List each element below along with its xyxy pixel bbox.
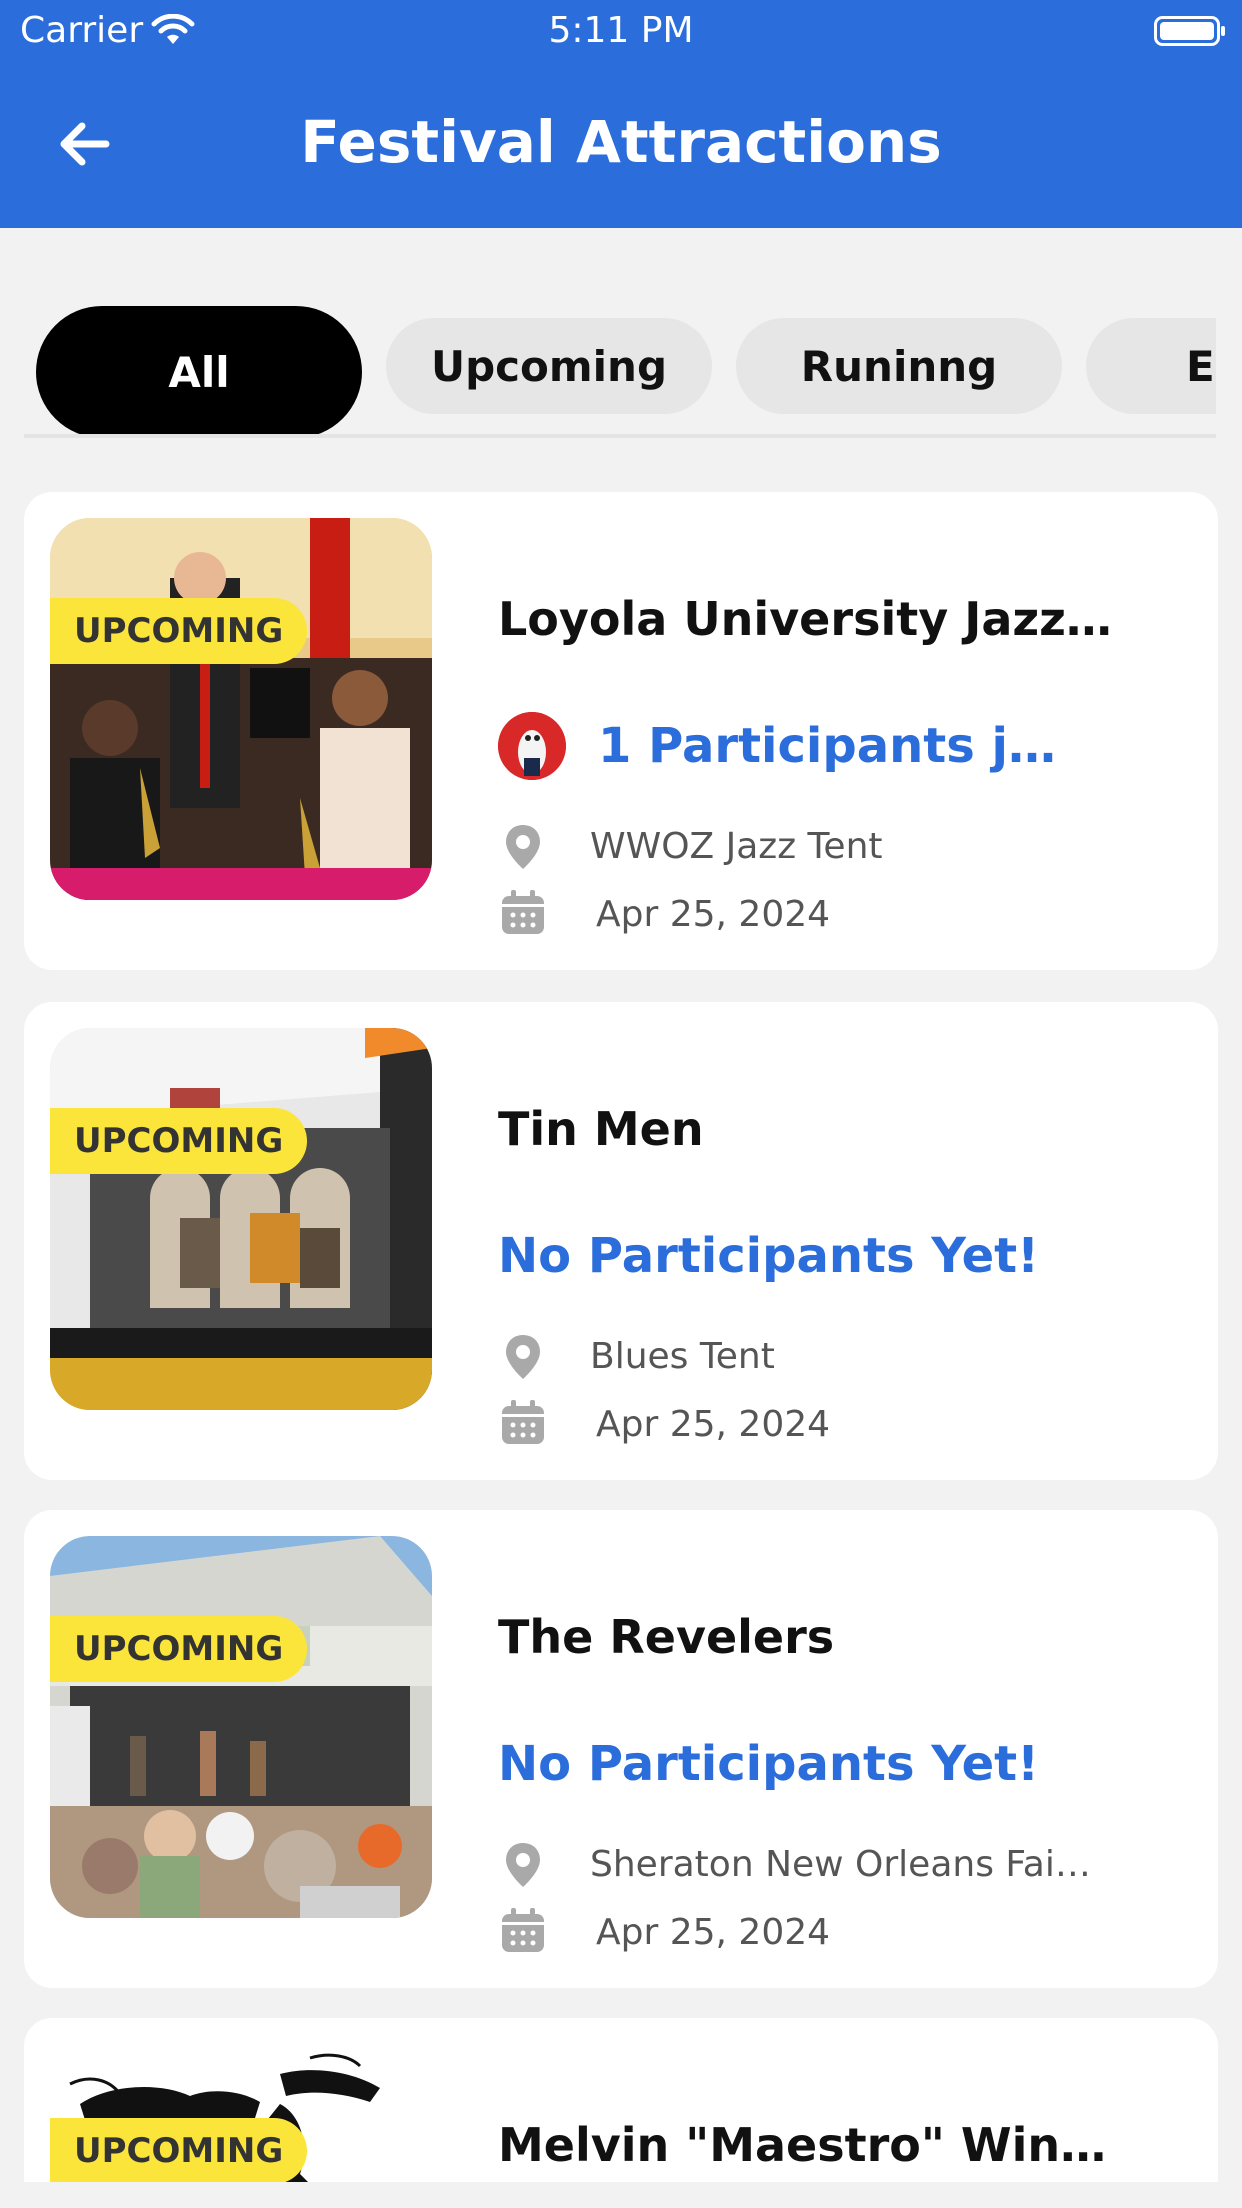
- date-text: Apr 25, 2024: [596, 1404, 831, 1445]
- participants-row: No Participants Yet!: [498, 1730, 1178, 1800]
- calendar-icon: [502, 1908, 544, 1952]
- attraction-title: Tin Men: [498, 1102, 704, 1156]
- attraction-title: The Revelers: [498, 1610, 835, 1664]
- attraction-card[interactable]: UPCOMING Loyola University Jazz… 1 Parti…: [24, 492, 1218, 970]
- avatar: [498, 712, 566, 780]
- attraction-image: [50, 1028, 432, 1410]
- location-text: Sheraton New Orleans Fai…: [590, 1844, 1091, 1885]
- participants-label: No Participants Yet!: [498, 1228, 1040, 1284]
- participants-label: 1 Participants jo…: [598, 718, 1068, 774]
- page-title: Festival Attractions: [300, 108, 942, 176]
- status-bar: Carrier 5:11 PM: [0, 0, 1242, 64]
- attraction-image: [50, 1536, 432, 1918]
- attraction-image: [50, 518, 432, 900]
- date-text: Apr 25, 2024: [596, 894, 831, 935]
- calendar-icon: [502, 1400, 544, 1444]
- date-text: Apr 25, 2024: [596, 1912, 831, 1953]
- participants-row: No Participants Yet!: [498, 1222, 1178, 1292]
- participants-label: No Participants Yet!: [498, 1736, 1040, 1792]
- battery-icon: [1154, 16, 1225, 46]
- clock: 5:11 PM: [548, 10, 694, 51]
- participants-row: 1 Participants jo…: [498, 712, 1178, 782]
- status-badge: UPCOMING: [50, 1108, 308, 1174]
- filter-tabs: All Upcoming Runinng En: [24, 304, 1216, 438]
- calendar-icon: [502, 890, 544, 934]
- app-header: Carrier 5:11 PM Festival Attractions: [0, 0, 1242, 228]
- location-pin-icon: [506, 825, 540, 869]
- attraction-card[interactable]: UPCOMING Melvin "Maestro" Win…: [24, 2018, 1218, 2182]
- tab-all[interactable]: All: [36, 306, 362, 438]
- tabs-divider: [24, 434, 1216, 438]
- location-pin-icon: [506, 1335, 540, 1379]
- attraction-card[interactable]: UPCOMING Tin Men No Participants Yet! Bl…: [24, 1002, 1218, 1480]
- status-badge: UPCOMING: [50, 2118, 308, 2182]
- attraction-title: Loyola University Jazz…: [498, 592, 1112, 646]
- tab-ended[interactable]: En: [1086, 318, 1216, 414]
- attraction-title: Melvin "Maestro" Win…: [498, 2118, 1107, 2172]
- tab-running[interactable]: Runinng: [736, 318, 1062, 414]
- tab-upcoming[interactable]: Upcoming: [386, 318, 712, 414]
- location-pin-icon: [506, 1843, 540, 1887]
- location-text: Blues Tent: [590, 1336, 775, 1377]
- location-text: WWOZ Jazz Tent: [590, 826, 883, 867]
- status-badge: UPCOMING: [50, 1616, 308, 1682]
- status-badge: UPCOMING: [50, 598, 308, 664]
- attraction-card[interactable]: UPCOMING The Revelers No Participants Ye…: [24, 1510, 1218, 1988]
